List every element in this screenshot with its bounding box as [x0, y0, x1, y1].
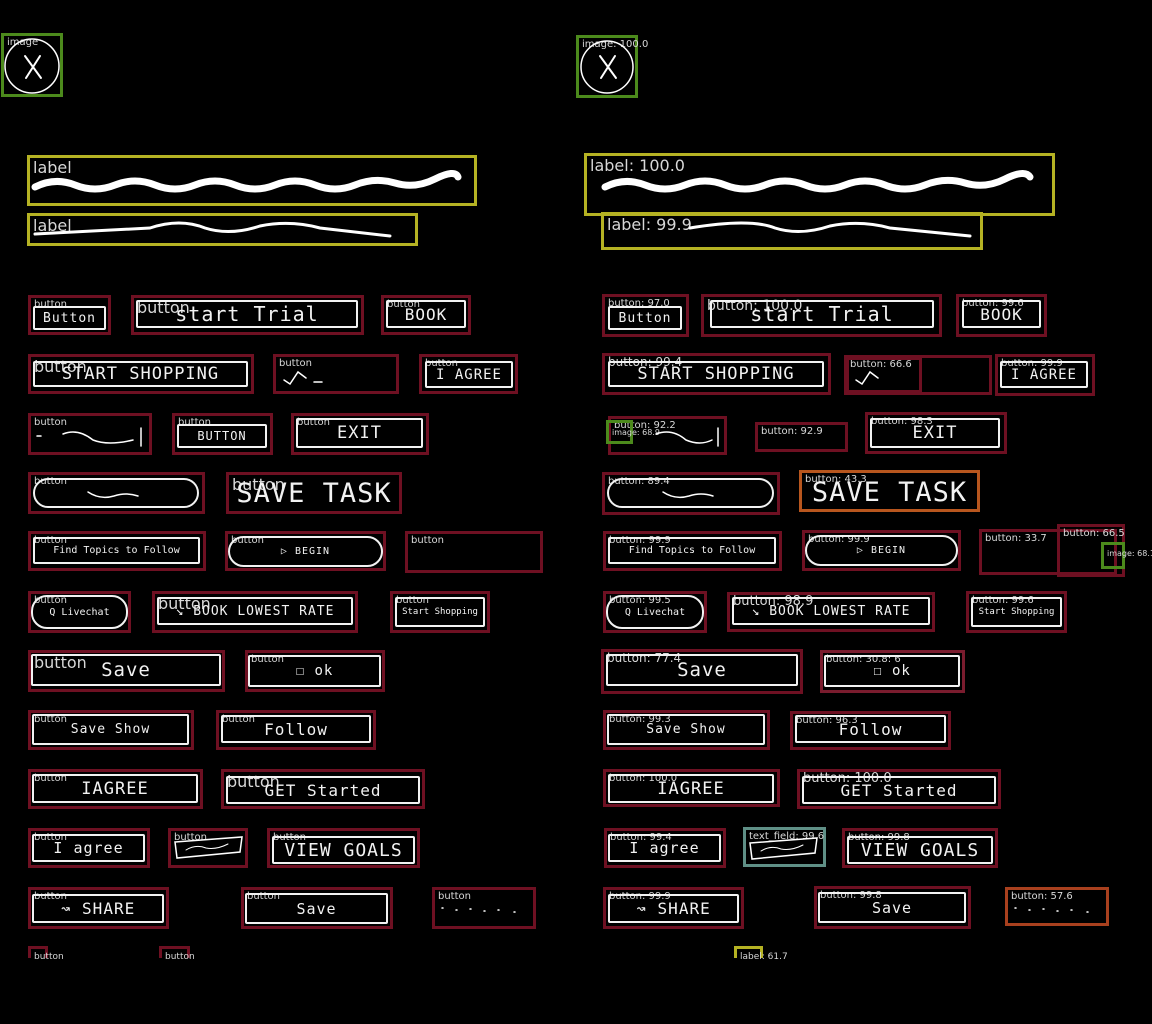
ok-button[interactable]: ☐ ok — [824, 655, 960, 687]
exit-button[interactable]: EXIT — [296, 418, 423, 448]
start-shopping-button[interactable]: START SHOPPING — [33, 361, 248, 387]
right-button-caps-tag: button: 92.9 — [761, 426, 823, 437]
subheading-scribble — [688, 221, 972, 238]
live-chat-button[interactable]: Q Livechat — [606, 595, 704, 629]
wave-scribble — [36, 427, 142, 447]
left-cutoff-2-box[interactable]: button — [159, 946, 195, 962]
save-show-button[interactable]: Save Show — [32, 714, 189, 745]
i-agree-title-button[interactable]: IAGREE — [608, 774, 774, 803]
save-2-button[interactable]: Save — [818, 892, 966, 923]
left-cutoff-1-box[interactable]: button — [28, 946, 64, 962]
right-empty-b-tag: button: 66.5 — [1063, 528, 1125, 539]
subheading-scribble — [33, 221, 392, 238]
checkmark-scribble — [855, 370, 879, 386]
begin-button[interactable]: ▷ BEGIN — [228, 536, 383, 567]
follow-button[interactable]: Follow — [221, 715, 371, 743]
start-shopping-small-button[interactable]: Start Shopping — [395, 597, 485, 627]
save-task-button[interactable]: SAVE TASK — [229, 476, 399, 510]
find-topics-button[interactable]: Find Topics to Follow — [608, 537, 776, 564]
save-task-button[interactable]: SAVE TASK — [802, 476, 977, 508]
scribble-field[interactable] — [747, 835, 819, 863]
view-goals-button[interactable]: VIEW GOALS — [272, 836, 415, 864]
start-shopping-small-button[interactable]: Start Shopping — [971, 597, 1062, 627]
book-button[interactable]: BOOK — [962, 300, 1041, 328]
left-empty-tag: button — [411, 535, 444, 546]
button-caps-button[interactable]: BUTTON — [177, 424, 267, 448]
left-cutoff-2-tag: button — [165, 952, 195, 962]
oval-scribble — [662, 491, 714, 499]
start-trial-button[interactable]: start Trial — [710, 300, 934, 328]
wave-scribble — [655, 427, 719, 447]
right-bottom-label-tag: label: 61.7 — [740, 952, 788, 962]
follow-button[interactable]: Follow — [795, 715, 946, 743]
get-started-button[interactable]: GET Started — [226, 776, 420, 804]
save-button[interactable]: Save — [606, 654, 798, 686]
close-icon[interactable] — [3, 36, 61, 94]
get-started-button[interactable]: GET Started — [802, 776, 996, 804]
button-sketch[interactable]: Button — [33, 306, 106, 330]
book-lowest-rate-button[interactable]: ↘ BOOK LOWEST RATE — [732, 597, 930, 625]
i-agree-lower-button[interactable]: I agree — [32, 834, 145, 862]
scribble-field[interactable] — [172, 834, 244, 862]
left-cutoff-1-tag: button — [34, 952, 64, 962]
start-shopping-button[interactable]: START SHOPPING — [608, 361, 824, 387]
heading-scribble — [31, 170, 462, 193]
right-empty-image-box: image: 68.1 — [1101, 542, 1152, 569]
oval-scribble — [87, 491, 139, 499]
button-sketch[interactable]: Button — [608, 306, 682, 330]
share-button[interactable]: ↝ SHARE — [608, 894, 739, 923]
view-goals-button[interactable]: VIEW GOALS — [847, 836, 993, 864]
close-icon[interactable] — [578, 38, 636, 96]
dots-scribble — [441, 907, 516, 913]
find-topics-button[interactable]: Find Topics to Follow — [33, 537, 200, 564]
i-agree-button[interactable]: I AGREE — [425, 361, 513, 388]
live-chat-button[interactable]: Q Livechat — [31, 595, 128, 629]
save-button[interactable]: Save — [31, 654, 221, 686]
save-2-button[interactable]: Save — [245, 893, 388, 924]
start-trial-button[interactable]: start Trial — [136, 300, 358, 328]
checkmark-scribble — [283, 370, 323, 386]
ok-button[interactable]: ☐ ok — [248, 655, 381, 687]
right-empty-a-tag: button: 33.7 — [985, 533, 1047, 544]
save-show-button[interactable]: Save Show — [607, 714, 765, 745]
dots-scribble — [1014, 907, 1089, 913]
i-agree-title-button[interactable]: IAGREE — [32, 774, 198, 803]
heading-scribble — [601, 170, 1034, 193]
book-lowest-rate-button[interactable]: ↘ BOOK LOWEST RATE — [157, 597, 353, 625]
share-button[interactable]: ↝ SHARE — [32, 894, 164, 923]
begin-button[interactable]: ▷ BEGIN — [805, 535, 958, 566]
right-bottom-label-box: label: 61.7 — [734, 946, 788, 962]
right-empty-image-tag: image: 68.1 — [1107, 549, 1152, 558]
i-agree-lower-button[interactable]: I agree — [608, 834, 721, 862]
right-button-caps-box[interactable]: button: 92.9 — [755, 422, 848, 452]
left-empty-box[interactable]: button — [405, 531, 543, 573]
book-button[interactable]: BOOK — [386, 300, 466, 328]
exit-button[interactable]: EXIT — [870, 418, 1000, 448]
i-agree-button[interactable]: I AGREE — [1000, 361, 1088, 388]
